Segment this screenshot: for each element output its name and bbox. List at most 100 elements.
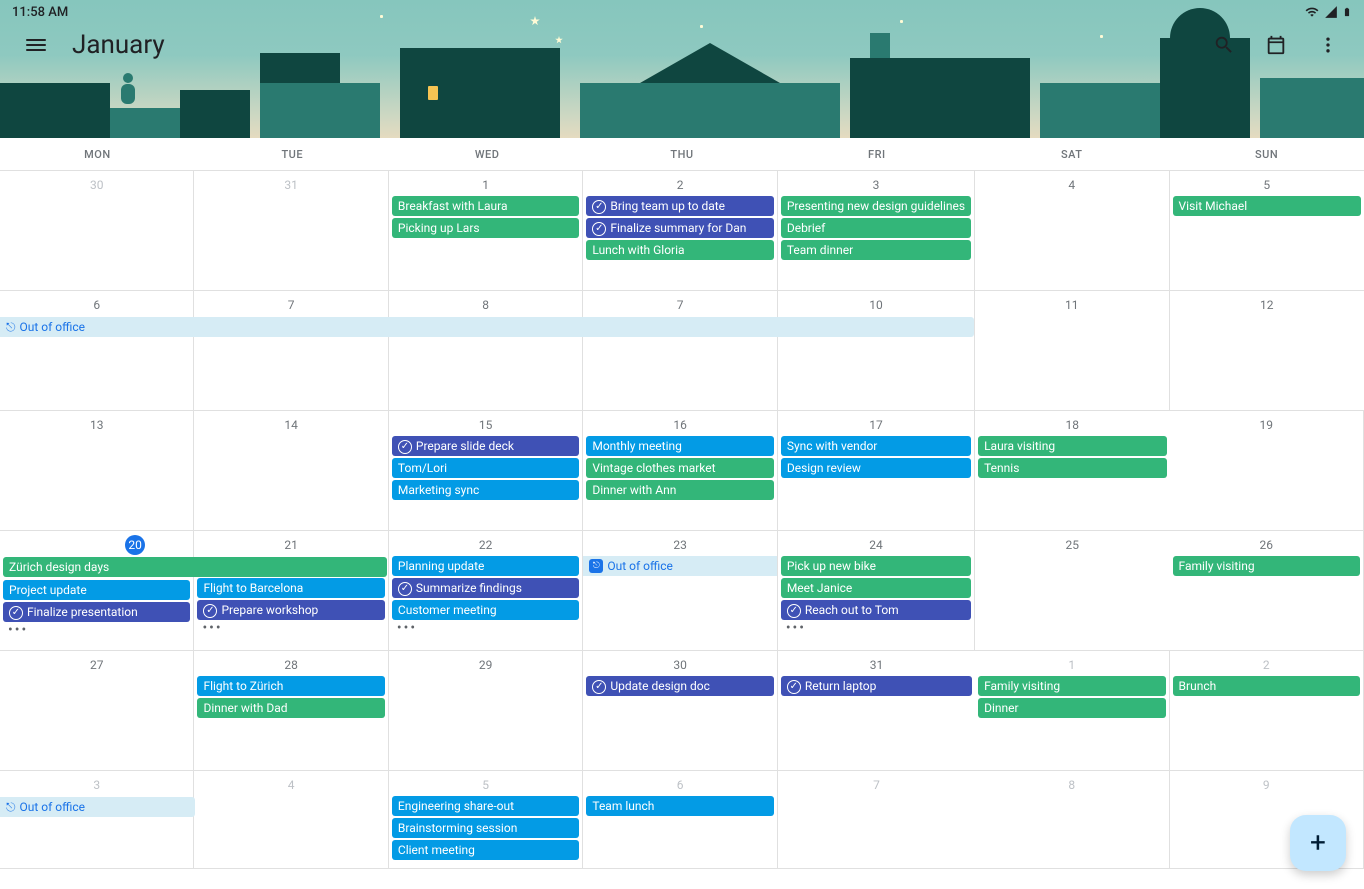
event-chip[interactable]: Team lunch [586, 796, 773, 816]
event-chip[interactable]: Finalize presentation [3, 602, 190, 622]
calendar-cell[interactable]: 19 [1170, 411, 1364, 531]
multi-day-event[interactable]: ⎋Out of office [0, 797, 195, 817]
event-chip[interactable]: Lunch with Gloria [586, 240, 773, 260]
event-chip[interactable]: Vintage clothes market [586, 458, 773, 478]
event-chip[interactable]: Flight to Zürich [197, 676, 384, 696]
calendar-cell[interactable]: 25 [975, 531, 1169, 651]
event-chip[interactable]: Bring team up to date [586, 196, 773, 216]
calendar-cell[interactable]: 16Monthly meetingVintage clothes marketD… [583, 411, 777, 531]
event-chip[interactable]: Brainstorming session [392, 818, 579, 838]
event-chip[interactable]: Update design doc [586, 676, 773, 696]
event-chip[interactable]: Team dinner [781, 240, 971, 260]
calendar-cell[interactable]: 10 [778, 291, 975, 411]
event-chip[interactable]: Reach out to Tom [781, 600, 971, 620]
calendar-cell[interactable]: 13 [0, 411, 194, 531]
event-chip[interactable]: Meet Janice [781, 578, 971, 598]
calendar-cell[interactable]: 4 [975, 171, 1169, 291]
event-chip[interactable]: Flight to Barcelona [197, 578, 384, 598]
calendar-cell[interactable]: 24 Pick up new bikeMeet JaniceReach out t… [778, 531, 975, 651]
calendar-cell[interactable]: 30 [0, 171, 194, 291]
event-chip[interactable]: Prepare workshop [197, 600, 384, 620]
event-chip[interactable]: Tom/Lori [392, 458, 579, 478]
calendar-cell[interactable]: 21Flight to BarcelonaPrepare workshop••• [194, 531, 388, 651]
today-icon[interactable] [1264, 33, 1288, 57]
event-chip[interactable]: Breakfast with Laura [392, 196, 579, 216]
multi-day-event[interactable]: Zürich design days [3, 557, 387, 577]
event-chip[interactable]: Debrief [781, 218, 971, 238]
create-event-fab[interactable]: + [1290, 815, 1346, 871]
event-chip[interactable]: Prepare slide deck [392, 436, 579, 456]
event-chip[interactable]: Finalize summary for Dan [586, 218, 773, 238]
calendar-cell[interactable]: 3Presenting new design guidelinesDebrief… [778, 171, 975, 291]
calendar-cell[interactable]: 8 [975, 771, 1169, 869]
more-events-indicator[interactable]: ••• [194, 622, 387, 634]
calendar-cell[interactable]: 31Return laptop [778, 651, 975, 771]
calendar-cell[interactable]: 23⎋Out of office [583, 531, 777, 651]
event-chip[interactable]: Client meeting [392, 840, 579, 860]
event-chip[interactable]: Dinner with Dad [197, 698, 384, 718]
calendar-cell[interactable]: 28Flight to ZürichDinner with Dad [194, 651, 388, 771]
event-chip[interactable]: Monthly meeting [586, 436, 773, 456]
calendar-cell[interactable]: 7 [194, 291, 388, 411]
calendar-cell[interactable]: 1Breakfast with LauraPicking up Lars [389, 171, 583, 291]
date-number: 12 [1260, 298, 1274, 312]
event-chip[interactable]: Design review [781, 458, 971, 478]
calendar-cell[interactable]: 1Family visitingDinner [975, 651, 1169, 771]
date-number: 24 [869, 538, 883, 552]
event-chip[interactable]: Marketing sync [392, 480, 579, 500]
more-events-indicator[interactable]: ••• [0, 624, 193, 636]
calendar-cell[interactable]: 3 [0, 771, 194, 869]
event-chip[interactable]: Summarize findings [392, 578, 579, 598]
calendar-cell[interactable]: 7 [778, 771, 975, 869]
more-events-indicator[interactable]: ••• [389, 622, 582, 634]
calendar-cell[interactable]: 22Planning updateSummarize findingsCusto… [389, 531, 583, 651]
event-chip[interactable]: Brunch [1173, 676, 1360, 696]
event-chip[interactable]: Family visiting [1173, 556, 1360, 576]
event-chip[interactable]: Planning update [392, 556, 579, 576]
event-chip[interactable]: Dinner [978, 698, 1165, 718]
calendar-cell[interactable]: 8 [389, 291, 583, 411]
event-chip[interactable]: Tennis [978, 458, 1166, 478]
calendar-cell[interactable]: 27 [0, 651, 194, 771]
overflow-menu-icon[interactable] [1316, 33, 1340, 57]
month-title[interactable]: January [72, 30, 165, 60]
event-chip[interactable]: Laura visiting [978, 436, 1166, 456]
calendar-cell[interactable]: 26Family visiting [1170, 531, 1364, 651]
date-number: 9 [1263, 778, 1270, 792]
multi-day-event[interactable]: ⎋Out of office [0, 317, 974, 337]
event-chip[interactable]: Family visiting [978, 676, 1165, 696]
calendar-cell[interactable]: 6 [0, 291, 194, 411]
event-chip[interactable]: Return laptop [781, 676, 972, 696]
event-chip[interactable]: Project update [3, 580, 190, 600]
calendar-cell[interactable]: 31 [194, 171, 388, 291]
event-chip[interactable]: Customer meeting [392, 600, 579, 620]
more-events-indicator[interactable]: ••• [778, 622, 974, 634]
calendar-cell[interactable]: 2Brunch [1170, 651, 1364, 771]
calendar-cell[interactable]: 18Laura visitingTennis [975, 411, 1169, 531]
event-chip[interactable]: Picking up Lars [392, 218, 579, 238]
calendar-cell[interactable]: 11 [975, 291, 1169, 411]
calendar-cell[interactable]: 12 [1170, 291, 1364, 411]
calendar-cell[interactable]: 4 [194, 771, 388, 869]
calendar-cell[interactable]: 15Prepare slide deckTom/LoriMarketing sy… [389, 411, 583, 531]
event-label: Engineering share-out [398, 799, 514, 813]
calendar-cell[interactable]: 30Update design doc [583, 651, 777, 771]
calendar-cell[interactable]: 6Team lunch [583, 771, 777, 869]
calendar-cell[interactable]: 2Bring team up to dateFinalize summary f… [583, 171, 777, 291]
calendar-cell[interactable]: 5Visit Michael [1170, 171, 1364, 291]
hamburger-menu-icon[interactable] [24, 33, 48, 57]
event-chip[interactable]: Visit Michael [1173, 196, 1361, 216]
search-icon[interactable] [1212, 33, 1236, 57]
calendar-cell[interactable]: 5Engineering share-outBrainstorming sess… [389, 771, 583, 869]
calendar-cell[interactable]: 29 [389, 651, 583, 771]
event-chip[interactable]: Pick up new bike [781, 556, 971, 576]
calendar-cell[interactable]: 20Project updateFinalize presentation••• [0, 531, 194, 651]
calendar-cell[interactable]: 7 [583, 291, 777, 411]
event-chip[interactable]: ⎋Out of office [583, 556, 776, 576]
calendar-cell[interactable]: 17Sync with vendorDesign review [778, 411, 975, 531]
calendar-cell[interactable]: 14 [194, 411, 388, 531]
event-chip[interactable]: Dinner with Ann [586, 480, 773, 500]
event-chip[interactable]: Presenting new design guidelines [781, 196, 971, 216]
event-chip[interactable]: Sync with vendor [781, 436, 971, 456]
event-chip[interactable]: Engineering share-out [392, 796, 579, 816]
